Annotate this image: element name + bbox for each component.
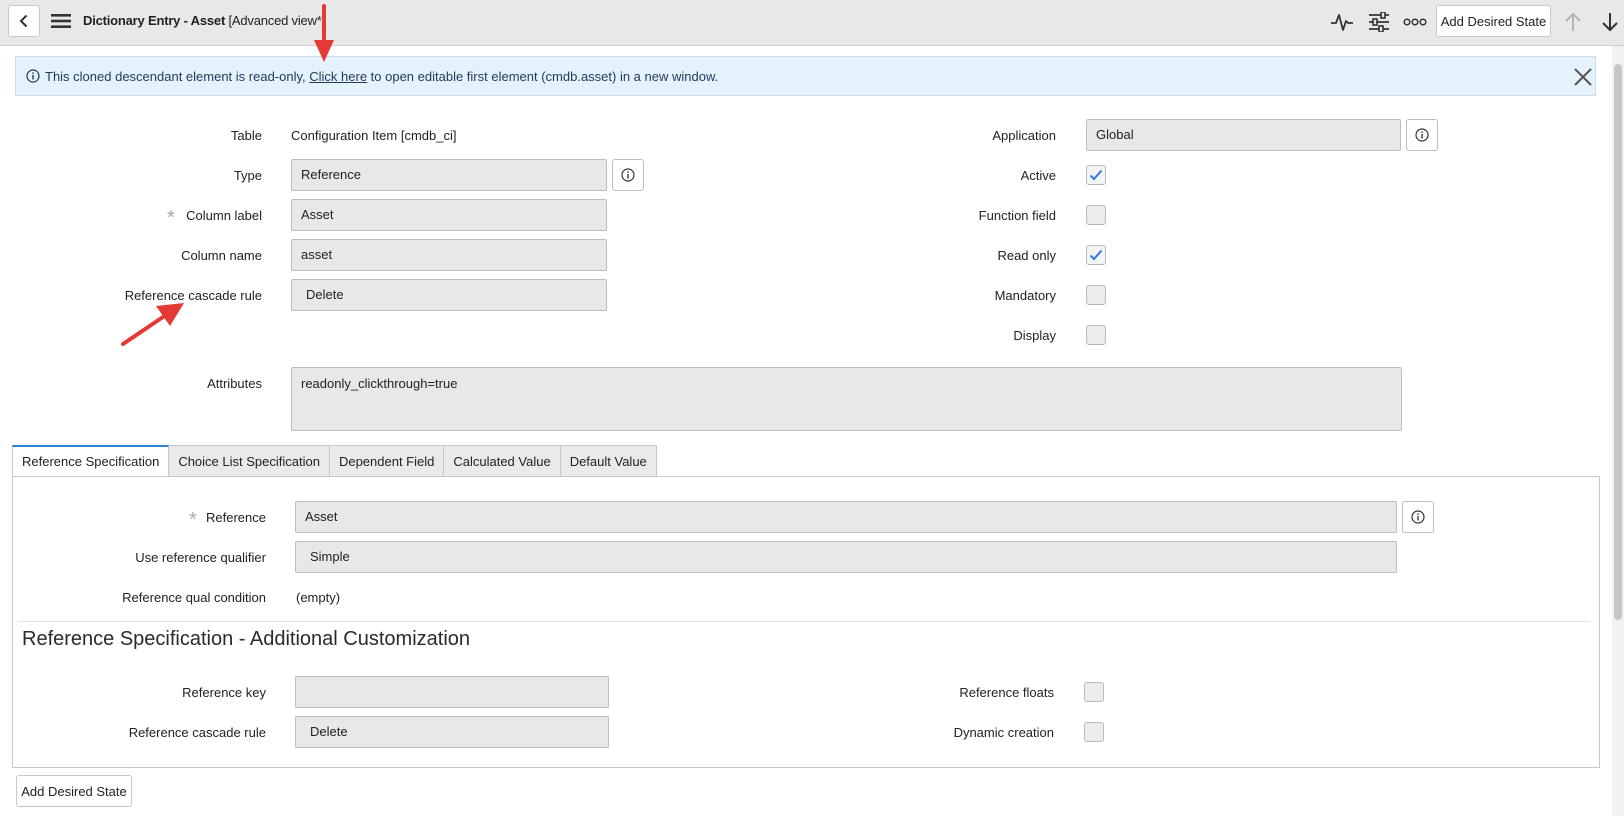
more-options-icon bbox=[1403, 18, 1427, 26]
additional-customization-title: Reference Specification - Additional Cus… bbox=[22, 628, 471, 650]
mandatory-indicator: * bbox=[189, 509, 197, 531]
reference-label: Reference bbox=[206, 510, 266, 525]
reference-key-label: Reference key bbox=[182, 685, 266, 700]
info-message-prefix: This cloned descendant element is read-o… bbox=[45, 69, 310, 84]
info-message-text: This cloned descendant element is read-o… bbox=[45, 69, 718, 84]
reference-qual-condition-label: Reference qual condition bbox=[122, 590, 266, 605]
section-divider bbox=[18, 621, 1590, 622]
display-label: Display bbox=[1013, 328, 1056, 343]
application-info-button[interactable] bbox=[1406, 119, 1438, 151]
application-field[interactable]: Global bbox=[1086, 119, 1401, 151]
open-editable-element-link[interactable]: Click here bbox=[309, 69, 367, 84]
page-title: Dictionary Entry - Asset [Advanced view*… bbox=[83, 13, 325, 28]
column-name-field[interactable]: asset bbox=[291, 239, 607, 271]
application-label: Application bbox=[992, 128, 1056, 143]
scrollbar-thumb[interactable] bbox=[1614, 64, 1622, 620]
reference-cascade-rule-select-2[interactable]: Delete bbox=[295, 716, 609, 748]
context-menu-button[interactable] bbox=[50, 10, 72, 32]
info-message-banner: This cloned descendant element is read-o… bbox=[15, 56, 1596, 96]
more-options-button[interactable] bbox=[1402, 10, 1428, 34]
attributes-textarea[interactable]: readonly_clickthrough=true bbox=[291, 367, 1402, 431]
sliders-icon bbox=[1369, 12, 1389, 32]
hamburger-menu-icon bbox=[51, 14, 71, 28]
info-icon bbox=[26, 69, 40, 83]
column-label-label: Column label bbox=[186, 208, 262, 223]
read-only-checkbox[interactable] bbox=[1086, 245, 1106, 265]
mandatory-label: Mandatory bbox=[994, 288, 1056, 303]
type-field[interactable]: Reference bbox=[291, 159, 607, 191]
checkmark-icon bbox=[1089, 169, 1103, 181]
page-scrollbar[interactable] bbox=[1612, 46, 1624, 816]
activity-stream-button[interactable] bbox=[1329, 10, 1355, 34]
info-icon bbox=[621, 168, 635, 182]
form-header: Dictionary Entry - Asset [Advanced view*… bbox=[0, 0, 1624, 46]
tab-calculated-value[interactable]: Calculated Value bbox=[444, 445, 561, 477]
info-icon bbox=[1411, 510, 1425, 524]
annotation-arrow-down bbox=[314, 4, 334, 62]
read-only-label: Read only bbox=[997, 248, 1056, 263]
info-icon bbox=[1415, 128, 1429, 142]
reference-field[interactable]: Asset bbox=[295, 501, 1397, 533]
arrow-up-icon bbox=[1565, 12, 1581, 31]
reference-info-button[interactable] bbox=[1402, 501, 1434, 533]
activity-stream-icon bbox=[1331, 14, 1353, 31]
chevron-left-icon bbox=[19, 14, 28, 28]
function-field-checkbox[interactable] bbox=[1086, 205, 1106, 225]
tab-choice-list-specification[interactable]: Choice List Specification bbox=[169, 445, 330, 477]
arrow-down-icon bbox=[1602, 13, 1618, 32]
reference-floats-checkbox[interactable] bbox=[1084, 682, 1104, 702]
back-button[interactable] bbox=[8, 5, 40, 37]
info-message-suffix: to open editable first element (cmdb.ass… bbox=[367, 69, 719, 84]
type-info-button[interactable] bbox=[612, 159, 644, 191]
type-label: Type bbox=[233, 168, 262, 183]
column-label-field[interactable]: Asset bbox=[291, 199, 607, 231]
use-reference-qualifier-select[interactable]: Simple bbox=[295, 541, 1397, 573]
previous-record-button[interactable] bbox=[1560, 10, 1586, 34]
table-label: Table bbox=[230, 128, 262, 143]
table-value: Configuration Item [cmdb_ci] bbox=[291, 128, 457, 143]
next-record-button[interactable] bbox=[1597, 10, 1623, 34]
column-name-label: Column name bbox=[181, 248, 262, 263]
tab-dependent-field[interactable]: Dependent Field bbox=[329, 445, 445, 477]
add-desired-state-footer-button[interactable]: Add Desired State bbox=[16, 775, 132, 807]
form-section-tabs: Reference Specification Choice List Spec… bbox=[12, 445, 657, 477]
active-label: Active bbox=[1020, 168, 1056, 183]
mandatory-checkbox[interactable] bbox=[1086, 285, 1106, 305]
display-checkbox[interactable] bbox=[1086, 325, 1106, 345]
personalize-form-button[interactable] bbox=[1366, 10, 1392, 34]
reference-floats-label: Reference floats bbox=[959, 685, 1054, 700]
reference-cascade-rule-label-2: Reference cascade rule bbox=[128, 725, 266, 740]
attributes-label: Attributes bbox=[207, 376, 262, 391]
add-desired-state-header-button[interactable]: Add Desired State bbox=[1436, 5, 1551, 37]
dynamic-creation-checkbox[interactable] bbox=[1084, 722, 1104, 742]
reference-cascade-rule-select[interactable]: Delete bbox=[291, 279, 607, 311]
dynamic-creation-label: Dynamic creation bbox=[953, 725, 1054, 740]
tab-default-value[interactable]: Default Value bbox=[560, 445, 657, 477]
function-field-label: Function field bbox=[978, 208, 1056, 223]
reference-qual-condition-value: (empty) bbox=[296, 590, 341, 605]
use-reference-qualifier-label: Use reference qualifier bbox=[135, 550, 266, 565]
mandatory-indicator: * bbox=[167, 207, 175, 229]
page-title-text: Dictionary Entry - Asset bbox=[83, 13, 226, 28]
close-icon[interactable] bbox=[1573, 67, 1593, 87]
annotation-arrow-diagonal bbox=[121, 303, 184, 346]
active-checkbox[interactable] bbox=[1086, 165, 1106, 185]
tab-reference-specification[interactable]: Reference Specification bbox=[12, 445, 170, 477]
reference-key-field[interactable] bbox=[295, 676, 609, 708]
checkmark-icon bbox=[1089, 249, 1103, 261]
